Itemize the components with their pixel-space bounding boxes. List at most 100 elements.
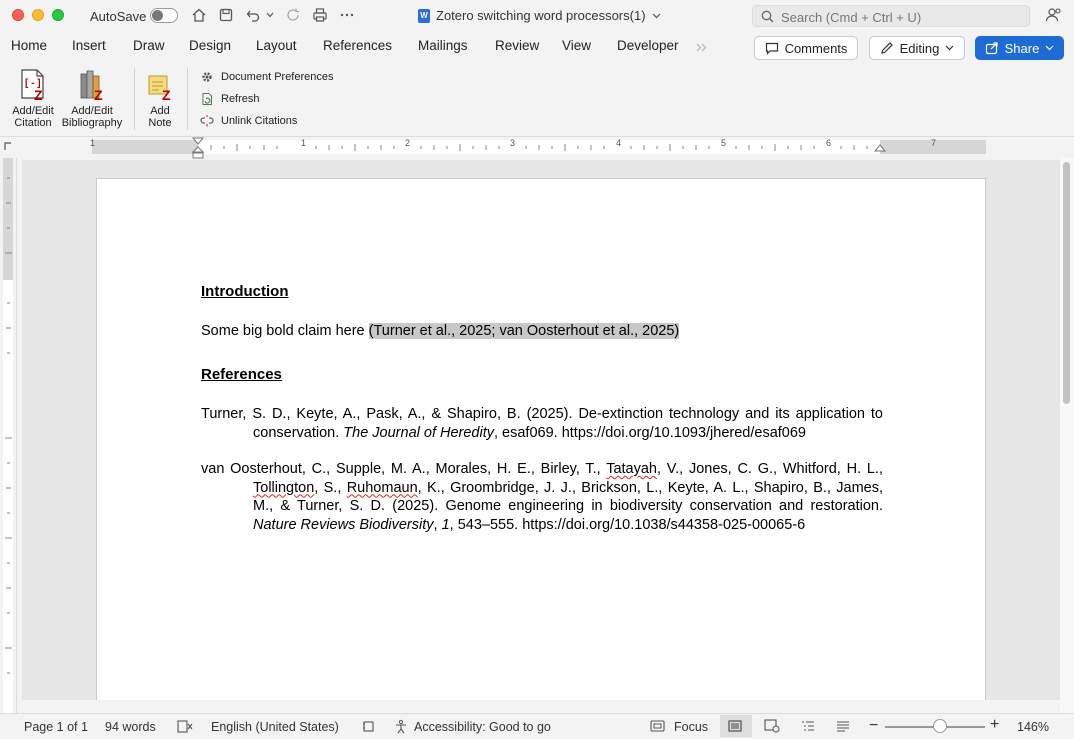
ref2-text-c: , S., xyxy=(314,479,347,496)
ref2-misspelled-word[interactable]: Ruhomaun xyxy=(347,480,418,496)
document-title[interactable]: W Zotero switching word processors(1) xyxy=(418,8,661,23)
ref2-text-e: , xyxy=(433,516,442,533)
web-layout-view-icon[interactable] xyxy=(764,719,780,733)
refresh-document-icon xyxy=(202,93,212,105)
ref2-text-f: , 543–555. https://doi.org/10.1038/s4435… xyxy=(449,516,806,533)
add-edit-bibliography-button[interactable]: Z Add/Edit Bibliography xyxy=(60,68,124,129)
claim-paragraph[interactable]: Some big bold claim here (Turner et al.,… xyxy=(201,323,680,339)
citation-field[interactable]: (Turner et al., 2025; van Oosterhout et … xyxy=(368,323,680,339)
add-edit-citation-button[interactable]: [ - ] Z Add/Edit Citation xyxy=(8,68,58,129)
ref2-misspelled-word[interactable]: Tollington xyxy=(253,480,314,496)
page-count[interactable]: Page 1 of 1 xyxy=(24,720,88,734)
word-count[interactable]: 94 words xyxy=(105,720,156,734)
ref2-journal: Nature Reviews Biodiversity xyxy=(253,516,434,533)
heading-references[interactable]: References xyxy=(201,366,282,383)
right-indent-marker[interactable] xyxy=(874,144,886,153)
more-tabs-chevron-icon[interactable] xyxy=(696,43,708,52)
more-options-icon[interactable] xyxy=(337,5,357,25)
home-icon[interactable] xyxy=(189,5,209,25)
ref1-text-b: , esaf069. https://doi.org/10.1093/jhere… xyxy=(494,424,806,441)
ref1-journal: The Journal of Heredity xyxy=(343,424,494,441)
svg-text:Z: Z xyxy=(162,87,171,102)
tab-layout[interactable]: Layout xyxy=(256,38,297,53)
unlink-citations-button[interactable]: Unlink Citations xyxy=(200,114,297,128)
search-box[interactable] xyxy=(752,5,1030,27)
tab-draw[interactable]: Draw xyxy=(133,38,165,53)
ref2-volume: 1 xyxy=(441,516,450,533)
tab-review[interactable]: Review xyxy=(495,38,539,53)
document-page[interactable]: Introduction Some big bold claim here (T… xyxy=(96,178,986,700)
focus-mode-button[interactable]: Focus xyxy=(674,720,708,734)
print-icon[interactable] xyxy=(310,5,330,25)
zoom-in-button[interactable]: + xyxy=(990,716,999,734)
add-note-button[interactable]: Z Add Note xyxy=(140,68,180,129)
horizontal-ruler[interactable]: 1 1 2 3 4 5 6 7 xyxy=(0,136,1074,159)
reference-entry[interactable]: van Oosterhout, C., Supple, M. A., Moral… xyxy=(201,460,883,534)
vertical-scrollbar[interactable] xyxy=(1060,158,1074,713)
comments-label: Comments xyxy=(784,40,848,56)
close-window-button[interactable] xyxy=(12,9,24,21)
tab-stop-selector-icon[interactable] xyxy=(3,141,13,151)
tab-references[interactable]: References xyxy=(323,38,392,53)
ruler-number: 1 xyxy=(301,138,307,148)
zoom-out-button[interactable]: − xyxy=(869,717,878,735)
share-people-icon[interactable] xyxy=(1044,5,1064,25)
accessibility-status[interactable]: Accessibility: Good to go xyxy=(414,720,551,734)
share-label: Share xyxy=(1004,40,1040,56)
autosave-label: AutoSave xyxy=(90,9,147,24)
ribbon-separator xyxy=(134,68,135,130)
outline-view-icon[interactable] xyxy=(801,720,815,732)
tab-mailings[interactable]: Mailings xyxy=(418,38,468,53)
svg-text:Z: Z xyxy=(94,87,103,102)
tab-insert[interactable]: Insert xyxy=(72,38,106,53)
zoom-window-button[interactable] xyxy=(52,9,64,21)
ref2-misspelled-word[interactable]: Tatayah xyxy=(606,461,657,477)
chevron-down-icon xyxy=(945,45,954,51)
ruler-number: 3 xyxy=(510,138,516,148)
heading-introduction[interactable]: Introduction xyxy=(201,283,288,300)
tab-home[interactable]: Home xyxy=(11,38,47,53)
tab-developer[interactable]: Developer xyxy=(617,38,679,53)
ruler-number: 5 xyxy=(721,138,727,148)
add-note-label-1: Add xyxy=(150,105,170,117)
track-changes-icon[interactable] xyxy=(362,720,376,733)
citation-icon: [ - ] Z xyxy=(18,68,48,103)
zoom-slider-thumb[interactable] xyxy=(933,719,947,733)
note-icon: Z xyxy=(145,68,175,103)
undo-dropdown-chevron-icon[interactable] xyxy=(263,5,277,25)
reference-entry[interactable]: Turner, S. D., Keyte, A., Pask, A., & Sh… xyxy=(201,405,883,442)
add-edit-bibliography-label-2: Bibliography xyxy=(61,117,123,129)
autosave-toggle[interactable] xyxy=(150,8,178,23)
redo-icon[interactable] xyxy=(283,5,303,25)
unlink-citations-label: Unlink Citations xyxy=(221,115,298,127)
document-title-text: Zotero switching word processors(1) xyxy=(436,8,646,23)
hanging-indent-marker[interactable] xyxy=(192,146,204,159)
vertical-ruler[interactable] xyxy=(0,158,17,713)
ruler-number: 7 xyxy=(931,138,937,148)
draft-view-icon[interactable] xyxy=(836,720,850,732)
ruler-ticks xyxy=(197,144,868,151)
add-note-label-2: Note xyxy=(148,117,172,129)
refresh-label: Refresh xyxy=(221,93,260,105)
zoom-percentage[interactable]: 146% xyxy=(1017,720,1049,734)
share-button[interactable]: Share xyxy=(975,36,1064,60)
document-preferences-button[interactable]: Document Preferences xyxy=(200,70,334,84)
refresh-button[interactable]: Refresh xyxy=(200,92,260,106)
comments-button[interactable]: Comments xyxy=(754,36,858,60)
save-icon[interactable] xyxy=(216,5,236,25)
editing-mode-button[interactable]: Editing xyxy=(869,36,965,60)
document-canvas[interactable]: Introduction Some big bold claim here (T… xyxy=(22,160,1060,700)
undo-icon[interactable] xyxy=(243,5,263,25)
language-indicator[interactable]: English (United States) xyxy=(211,720,339,734)
tab-view[interactable]: View xyxy=(562,38,591,53)
tab-design[interactable]: Design xyxy=(189,38,231,53)
pencil-icon xyxy=(880,42,893,54)
search-input[interactable] xyxy=(779,8,1023,26)
first-line-indent-marker[interactable] xyxy=(192,137,204,145)
proofing-icon[interactable] xyxy=(177,720,193,733)
minimize-window-button[interactable] xyxy=(32,9,44,21)
vertical-scrollbar-thumb[interactable] xyxy=(1063,162,1070,404)
comment-icon xyxy=(765,42,778,55)
chevron-down-icon xyxy=(1045,45,1054,51)
print-layout-view-icon[interactable] xyxy=(728,720,742,732)
